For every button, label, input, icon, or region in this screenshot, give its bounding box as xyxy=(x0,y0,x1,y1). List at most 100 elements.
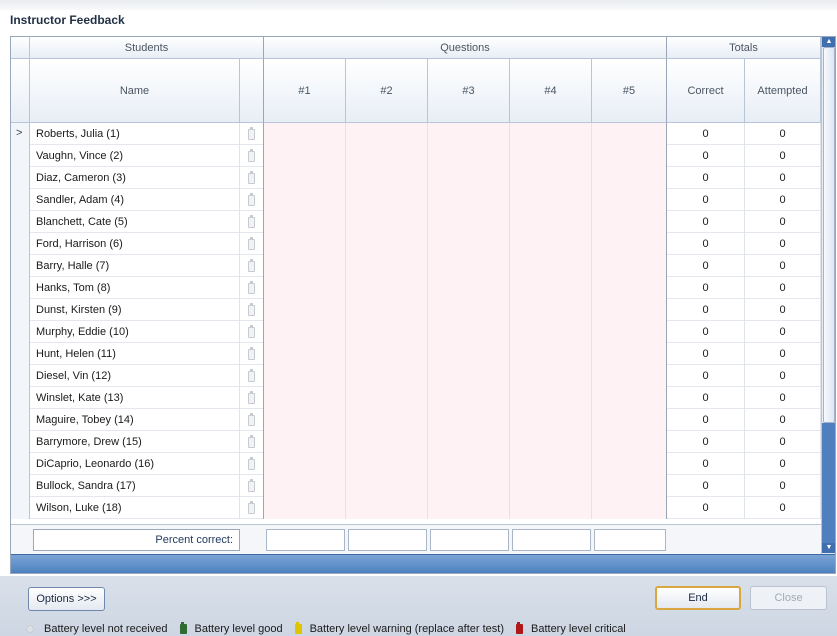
question-cell-1[interactable] xyxy=(264,167,346,189)
row-selector[interactable] xyxy=(11,475,30,497)
row-selector[interactable] xyxy=(11,387,30,409)
question-cell-3[interactable] xyxy=(428,431,510,453)
row-selector[interactable] xyxy=(11,453,30,475)
table-row[interactable]: DiCaprio, Leonardo (16) 0 0 xyxy=(11,453,821,475)
question-cell-5[interactable] xyxy=(592,167,667,189)
question-cell-5[interactable] xyxy=(592,497,667,519)
question-cell-2[interactable] xyxy=(346,475,428,497)
question-cell-1[interactable] xyxy=(264,343,346,365)
question-cell-1[interactable] xyxy=(264,233,346,255)
question-cell-4[interactable] xyxy=(510,321,592,343)
table-row[interactable]: > Roberts, Julia (1) 0 0 xyxy=(11,123,821,145)
question-cell-4[interactable] xyxy=(510,453,592,475)
attempted-column-header[interactable]: Attempted xyxy=(745,59,821,123)
question-cell-4[interactable] xyxy=(510,145,592,167)
row-selector[interactable] xyxy=(11,299,30,321)
question-cell-4[interactable] xyxy=(510,255,592,277)
question-cell-4[interactable] xyxy=(510,365,592,387)
row-selector[interactable] xyxy=(11,277,30,299)
question-cell-3[interactable] xyxy=(428,233,510,255)
question-cell-3[interactable] xyxy=(428,123,510,145)
q5-column-header[interactable]: #5 xyxy=(592,59,667,123)
row-selector[interactable]: > xyxy=(11,123,30,145)
table-row[interactable]: Maguire, Tobey (14) 0 0 xyxy=(11,409,821,431)
question-cell-5[interactable] xyxy=(592,299,667,321)
table-row[interactable]: Hunt, Helen (11) 0 0 xyxy=(11,343,821,365)
row-selector[interactable] xyxy=(11,409,30,431)
question-cell-5[interactable] xyxy=(592,211,667,233)
question-cell-5[interactable] xyxy=(592,277,667,299)
question-cell-4[interactable] xyxy=(510,167,592,189)
row-selector[interactable] xyxy=(11,365,30,387)
question-cell-3[interactable] xyxy=(428,299,510,321)
question-cell-2[interactable] xyxy=(346,189,428,211)
question-cell-4[interactable] xyxy=(510,123,592,145)
question-cell-3[interactable] xyxy=(428,255,510,277)
question-cell-4[interactable] xyxy=(510,409,592,431)
scroll-down-arrow-icon[interactable]: ▼ xyxy=(822,543,835,553)
question-cell-1[interactable] xyxy=(264,299,346,321)
question-cell-4[interactable] xyxy=(510,343,592,365)
question-cell-2[interactable] xyxy=(346,387,428,409)
question-cell-1[interactable] xyxy=(264,321,346,343)
question-cell-2[interactable] xyxy=(346,497,428,519)
question-cell-2[interactable] xyxy=(346,409,428,431)
question-cell-4[interactable] xyxy=(510,211,592,233)
question-cell-5[interactable] xyxy=(592,145,667,167)
end-button[interactable]: End xyxy=(655,586,741,610)
question-cell-1[interactable] xyxy=(264,123,346,145)
question-cell-3[interactable] xyxy=(428,167,510,189)
question-cell-1[interactable] xyxy=(264,409,346,431)
table-row[interactable]: Ford, Harrison (6) 0 0 xyxy=(11,233,821,255)
table-row[interactable]: Bullock, Sandra (17) 0 0 xyxy=(11,475,821,497)
question-cell-5[interactable] xyxy=(592,365,667,387)
table-row[interactable]: Hanks, Tom (8) 0 0 xyxy=(11,277,821,299)
question-cell-4[interactable] xyxy=(510,277,592,299)
question-cell-5[interactable] xyxy=(592,475,667,497)
question-cell-1[interactable] xyxy=(264,365,346,387)
row-selector[interactable] xyxy=(11,431,30,453)
question-cell-1[interactable] xyxy=(264,277,346,299)
table-row[interactable]: Dunst, Kirsten (9) 0 0 xyxy=(11,299,821,321)
question-cell-1[interactable] xyxy=(264,431,346,453)
close-button[interactable]: Close xyxy=(750,586,827,610)
question-cell-5[interactable] xyxy=(592,343,667,365)
question-cell-2[interactable] xyxy=(346,453,428,475)
question-cell-1[interactable] xyxy=(264,145,346,167)
question-cell-5[interactable] xyxy=(592,453,667,475)
row-selector[interactable] xyxy=(11,211,30,233)
row-selector[interactable] xyxy=(11,233,30,255)
question-cell-2[interactable] xyxy=(346,145,428,167)
question-cell-3[interactable] xyxy=(428,321,510,343)
question-cell-4[interactable] xyxy=(510,387,592,409)
question-cell-3[interactable] xyxy=(428,387,510,409)
row-selector[interactable] xyxy=(11,497,30,519)
horizontal-scrollbar[interactable] xyxy=(11,554,835,573)
question-cell-1[interactable] xyxy=(264,497,346,519)
scroll-up-arrow-icon[interactable]: ▲ xyxy=(822,37,835,47)
table-row[interactable]: Murphy, Eddie (10) 0 0 xyxy=(11,321,821,343)
question-cell-5[interactable] xyxy=(592,255,667,277)
q2-column-header[interactable]: #2 xyxy=(346,59,428,123)
question-cell-3[interactable] xyxy=(428,343,510,365)
question-cell-1[interactable] xyxy=(264,453,346,475)
question-cell-4[interactable] xyxy=(510,233,592,255)
question-cell-5[interactable] xyxy=(592,189,667,211)
table-row[interactable]: Diaz, Cameron (3) 0 0 xyxy=(11,167,821,189)
question-cell-4[interactable] xyxy=(510,475,592,497)
question-cell-3[interactable] xyxy=(428,409,510,431)
question-cell-2[interactable] xyxy=(346,167,428,189)
question-cell-2[interactable] xyxy=(346,211,428,233)
question-cell-2[interactable] xyxy=(346,365,428,387)
question-cell-5[interactable] xyxy=(592,431,667,453)
question-cell-2[interactable] xyxy=(346,233,428,255)
q4-column-header[interactable]: #4 xyxy=(510,59,592,123)
question-cell-4[interactable] xyxy=(510,497,592,519)
question-cell-3[interactable] xyxy=(428,475,510,497)
question-cell-3[interactable] xyxy=(428,189,510,211)
correct-column-header[interactable]: Correct xyxy=(667,59,745,123)
table-row[interactable]: Diesel, Vin (12) 0 0 xyxy=(11,365,821,387)
scrollbar-thumb[interactable] xyxy=(823,47,835,423)
question-cell-3[interactable] xyxy=(428,145,510,167)
row-selector[interactable] xyxy=(11,167,30,189)
